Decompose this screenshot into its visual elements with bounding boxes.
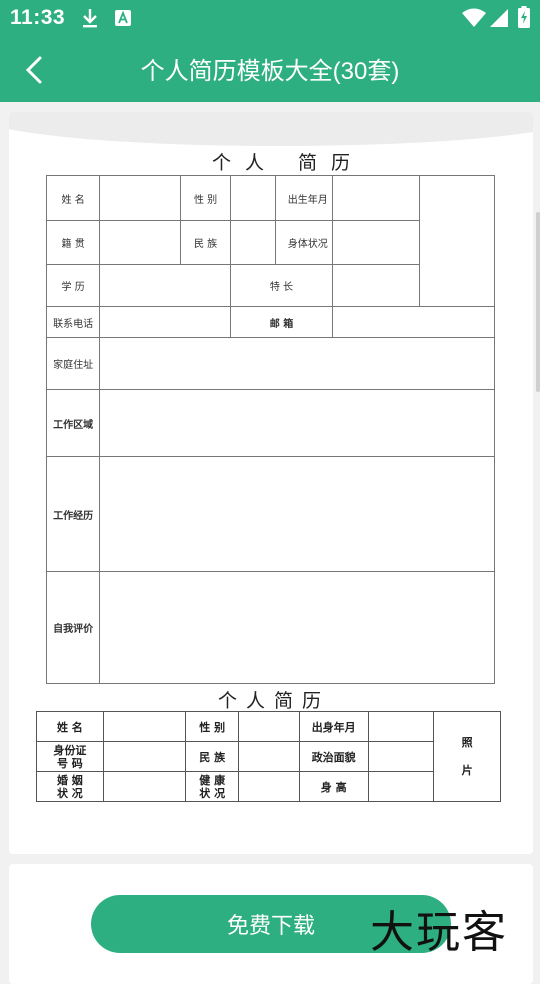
email-value: [331, 306, 496, 338]
birth-value: [331, 175, 421, 221]
app-bar: 个人简历模板大全(30套): [0, 36, 540, 102]
gender-label: 性 别: [179, 175, 232, 221]
education-label: 学 历: [45, 264, 101, 307]
skill-label: 特 长: [230, 264, 333, 307]
height-label-2: 身 高: [298, 771, 369, 802]
photo-area: [419, 175, 495, 307]
self-evaluation-label: 自我评价: [45, 571, 101, 684]
name-value: [99, 175, 181, 221]
health-value-2: [238, 771, 300, 802]
gender-value-2: [238, 711, 300, 742]
scrollbar[interactable]: [536, 212, 540, 392]
politic-label-2: 政治面貌: [298, 741, 369, 772]
politic-value-2: [367, 741, 435, 772]
ethnic-value: [230, 220, 277, 265]
battery-charging-icon: [518, 6, 530, 33]
health-value: [331, 220, 421, 265]
birth-label-2: 出身年月: [298, 711, 369, 742]
resume-1-table: 姓 名 性 别 出生年月 籍 贯 民 族 身体状况 学 历 特 长 联系电话 邮…: [45, 175, 496, 684]
self-evaluation-value: [99, 571, 495, 684]
resume-1-title: 个人 简历: [212, 152, 365, 174]
name-value-2: [102, 711, 187, 742]
health-label: 身体状况: [275, 220, 333, 265]
address-label: 家庭住址: [45, 337, 101, 390]
id-label-line-2: 号 码: [56, 756, 83, 770]
address-value: [99, 337, 495, 390]
name-label: 姓 名: [45, 175, 101, 221]
photo-area-2: 照片: [433, 711, 501, 802]
status-bar: 11:33: [0, 0, 540, 36]
download-icon: [80, 7, 100, 34]
education-value: [99, 264, 232, 307]
app-notification-icon: [114, 9, 132, 32]
native-label: 籍 贯: [45, 220, 101, 265]
health-label-line-1: 健 康: [199, 773, 226, 787]
birth-label: 出生年月: [275, 175, 333, 221]
height-value-2: [367, 771, 435, 802]
phone-label: 联系电话: [45, 306, 101, 338]
marriage-label-line-2: 状 况: [56, 786, 83, 800]
photo-label-1: 照: [461, 735, 473, 749]
wifi-icon: [462, 8, 486, 33]
gender-value: [230, 175, 277, 221]
name-label-2: 姓 名: [36, 711, 104, 742]
work-experience-label: 工作经历: [45, 456, 101, 572]
marriage-label-2: 婚 姻状 况: [36, 771, 104, 802]
work-area-label: 工作区域: [45, 389, 101, 457]
card-header-arc: [9, 112, 533, 146]
ethnic-value-2: [238, 741, 300, 772]
ethnic-label-2: 民 族: [185, 741, 240, 772]
resume-2-table: 姓 名 性 别 出身年月 照片 身份证号 码 民 族 政治面貌 婚 姻状 况 健…: [36, 711, 501, 802]
id-value-2: [102, 741, 187, 772]
health-label-2: 健 康状 况: [185, 771, 240, 802]
status-time: 11:33: [10, 6, 66, 29]
page-title: 个人简历模板大全(30套): [140, 58, 400, 85]
native-value: [99, 220, 181, 265]
email-label: 邮 箱: [230, 306, 333, 338]
birth-value-2: [367, 711, 435, 742]
id-label-2: 身份证号 码: [36, 741, 104, 772]
photo-label-2: 片: [461, 763, 473, 777]
skill-value: [331, 264, 421, 307]
watermark-logo: 大玩客: [370, 907, 508, 958]
marriage-value-2: [102, 771, 187, 802]
work-experience-value: [99, 456, 495, 572]
id-label-line-1: 身份证: [53, 743, 87, 757]
health-label-line-2: 状 况: [199, 786, 226, 800]
phone-value: [99, 306, 232, 338]
resume-2-title: 个人简历: [218, 690, 331, 712]
cellular-signal-icon: [489, 8, 509, 33]
marriage-label-line-1: 婚 姻: [56, 773, 83, 787]
gender-label-2: 性 别: [185, 711, 240, 742]
ethnic-label: 民 族: [179, 220, 232, 265]
work-area-value: [99, 389, 495, 457]
